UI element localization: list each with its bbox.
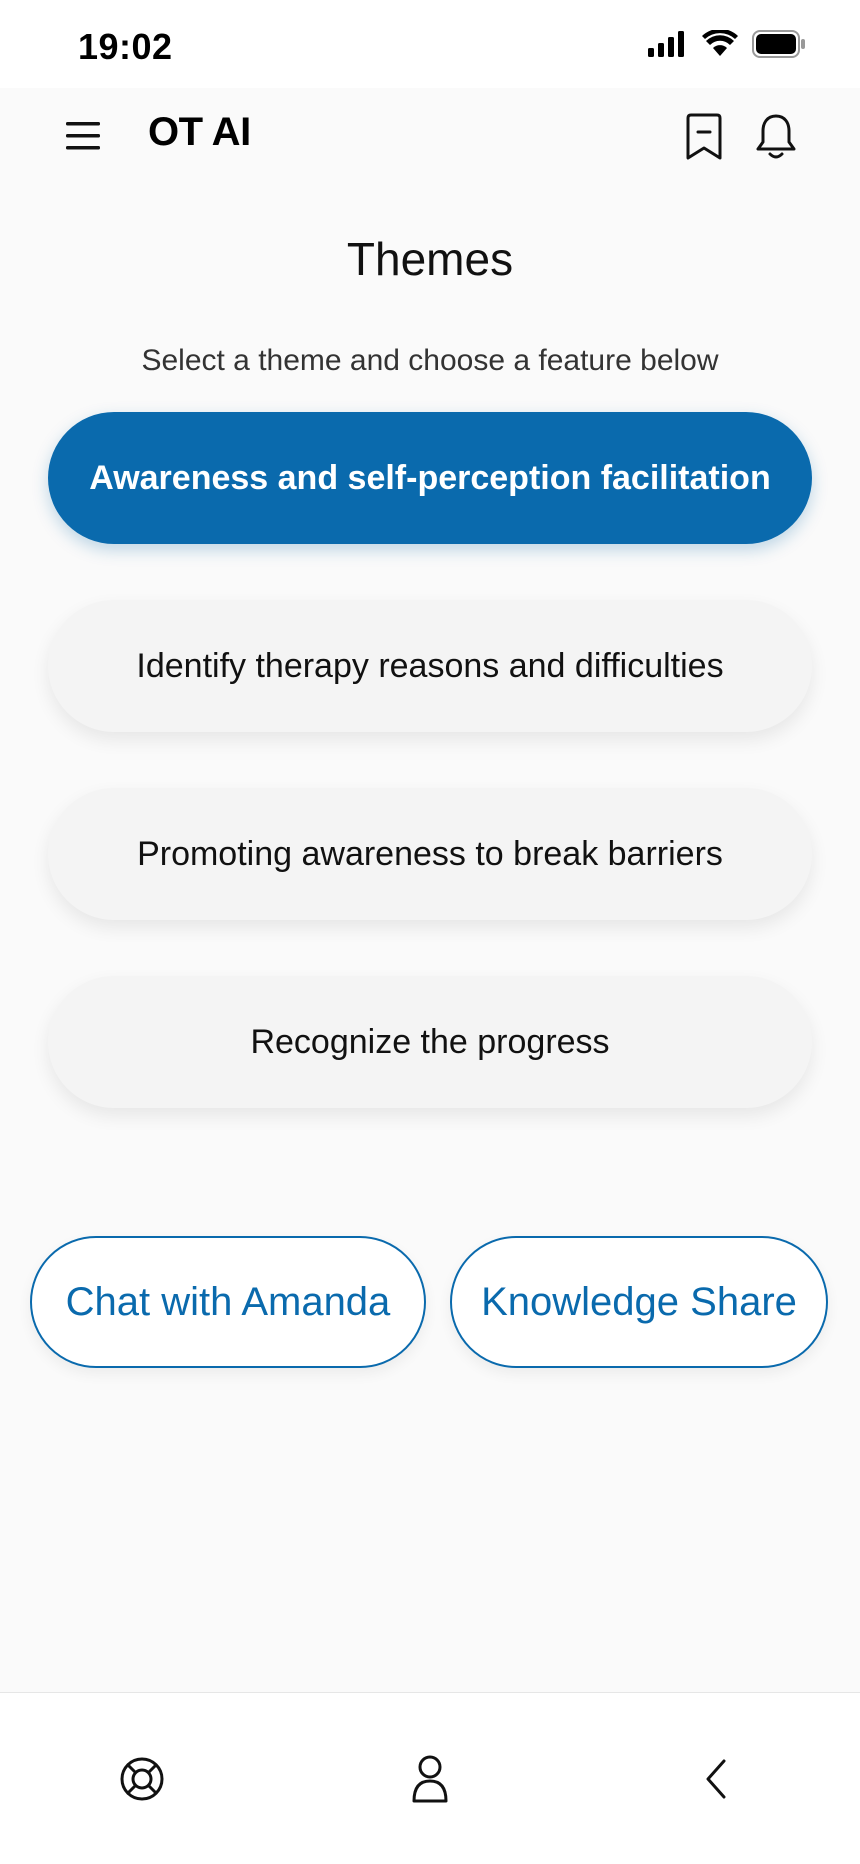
profile-icon[interactable]: [402, 1751, 458, 1807]
bell-icon[interactable]: [752, 112, 800, 162]
knowledge-share-button[interactable]: Knowledge Share: [450, 1236, 828, 1368]
app-title: OT AI: [148, 110, 251, 154]
signal-icon: [648, 31, 684, 57]
bookmark-icon[interactable]: [680, 112, 728, 162]
status-bar: 19:02: [0, 0, 860, 88]
wifi-icon: [702, 30, 738, 56]
app-header: OT AI: [0, 88, 860, 184]
theme-button-awareness-self-perception[interactable]: Awareness and self-perception facilitati…: [48, 412, 812, 544]
battery-icon: [752, 30, 805, 58]
chat-with-amanda-button[interactable]: Chat with Amanda: [30, 1236, 426, 1368]
lifebuoy-icon[interactable]: [114, 1751, 170, 1807]
page-subtitle: Select a theme and choose a feature belo…: [141, 344, 719, 377]
theme-button-recognize-progress[interactable]: Recognize the progress: [48, 976, 812, 1108]
menu-icon[interactable]: [62, 116, 106, 156]
back-chevron-icon[interactable]: [690, 1751, 746, 1807]
themes-screen: 19:02 OT AI Themes Select a theme and ch…: [0, 0, 860, 1864]
page-title: Themes: [346, 233, 514, 285]
bottom-nav: [0, 1692, 860, 1864]
theme-button-break-barriers[interactable]: Promoting awareness to break barriers: [48, 788, 812, 920]
status-time: 19:02: [78, 26, 173, 67]
theme-button-therapy-reasons[interactable]: Identify therapy reasons and difficultie…: [48, 600, 812, 732]
status-icons: [648, 30, 806, 58]
